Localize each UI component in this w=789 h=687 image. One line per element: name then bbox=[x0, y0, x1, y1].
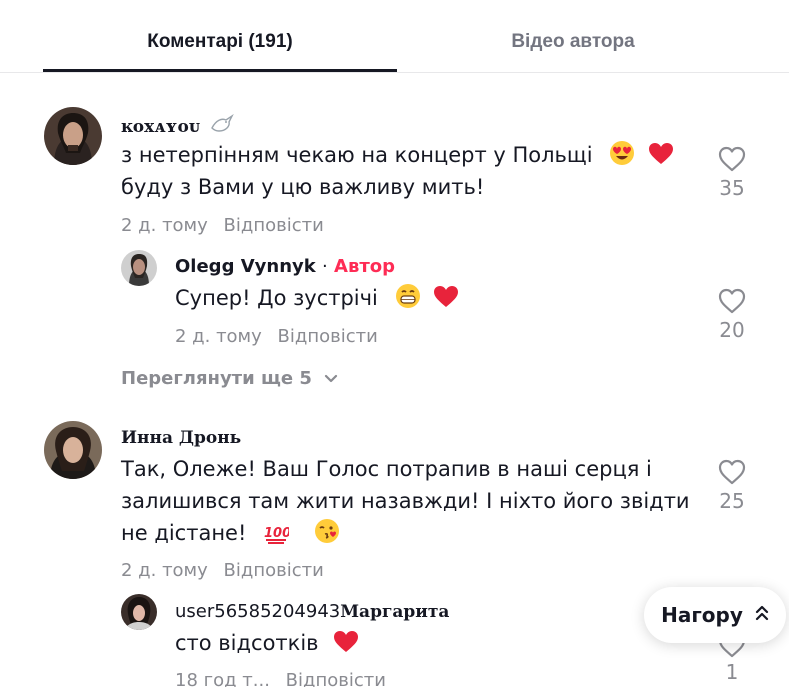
tab-comments[interactable]: Коментарі (191) bbox=[43, 31, 397, 53]
like-button[interactable]: 25 bbox=[712, 459, 752, 513]
red-heart-icon bbox=[433, 285, 459, 318]
comment-meta: 2 д. тому Відповісти bbox=[121, 215, 324, 236]
comment-text: Супер! До зустрічі bbox=[175, 282, 459, 318]
avatar[interactable] bbox=[121, 250, 157, 286]
avatar[interactable] bbox=[121, 594, 157, 630]
active-tab-indicator bbox=[43, 69, 397, 72]
comment-text: з нетерпінням чекаю на концерт у Польщі bbox=[121, 139, 674, 175]
comment-text-line3: не дістане! 100 bbox=[121, 517, 340, 553]
bird-icon bbox=[210, 113, 234, 139]
comment-text: Так, Олеже! Ваш Голос потрапив в наші се… bbox=[121, 457, 652, 481]
comment-username[interactable]: user56585204943Маргарита bbox=[175, 601, 449, 622]
tab-creator-videos[interactable]: Відео автора bbox=[397, 31, 749, 53]
double-chevron-up-icon bbox=[755, 605, 769, 626]
like-count: 35 bbox=[719, 176, 745, 200]
reply-button[interactable]: Відповісти bbox=[278, 326, 378, 347]
red-heart-icon bbox=[333, 630, 359, 663]
separator-dot: · bbox=[322, 256, 328, 277]
comment-username[interactable]: ĸᴏxᴀʏᴏᴜ bbox=[121, 113, 234, 139]
reply-button[interactable]: Відповісти bbox=[286, 670, 386, 687]
author-badge: Автор bbox=[334, 256, 396, 277]
comment-text-line2: буду з Вами у цю важливу мить! bbox=[121, 175, 485, 199]
avatar[interactable] bbox=[44, 421, 102, 479]
heart-eyes-emoji-icon bbox=[609, 140, 635, 175]
like-count: 25 bbox=[719, 489, 745, 513]
like-count: 1 bbox=[725, 660, 739, 684]
comment-username[interactable]: Olegg Vynnyk · Автор bbox=[175, 256, 395, 277]
grinning-emoji-icon bbox=[395, 283, 421, 318]
comment-meta: 2 д. тому Відповісти bbox=[121, 560, 324, 581]
comment-meta: 2 д. тому Відповісти bbox=[175, 326, 378, 347]
back-to-top-label: Нагору bbox=[661, 603, 743, 627]
comment-timestamp: 2 д. тому bbox=[175, 326, 262, 347]
comment-timestamp: 2 д. тому bbox=[121, 560, 208, 581]
red-heart-icon bbox=[648, 142, 674, 175]
reply-button[interactable]: Відповісти bbox=[224, 560, 324, 581]
comment-text-line2: залишився там жити назавжди! І ніхто йог… bbox=[121, 489, 690, 513]
comment-meta: 18 год т... Відповісти bbox=[175, 670, 386, 687]
like-button[interactable]: 35 bbox=[712, 146, 752, 200]
comment-timestamp: 2 д. тому bbox=[121, 215, 208, 236]
heart-outline-icon bbox=[712, 288, 752, 314]
comment-text: сто відсотків bbox=[175, 627, 359, 663]
reply-button[interactable]: Відповісти bbox=[224, 215, 324, 236]
hundred-points-emoji-icon: 100 bbox=[263, 521, 291, 553]
comment-timestamp: 18 год т... bbox=[175, 670, 270, 687]
like-count: 20 bbox=[719, 318, 745, 342]
comment-username[interactable]: Инна Дронь bbox=[121, 428, 241, 448]
back-to-top-button[interactable]: Нагору bbox=[644, 587, 786, 643]
heart-outline-icon bbox=[712, 459, 752, 485]
kissing-face-emoji-icon bbox=[314, 518, 340, 553]
heart-outline-icon bbox=[712, 146, 752, 172]
chevron-down-icon bbox=[318, 368, 338, 389]
comments-tabs: Коментарі (191) Відео автора bbox=[0, 0, 789, 73]
like-button[interactable]: 20 bbox=[712, 288, 752, 342]
avatar[interactable] bbox=[44, 107, 102, 165]
view-more-replies-button[interactable]: Переглянути ще 5 bbox=[121, 368, 338, 389]
svg-text:100: 100 bbox=[264, 526, 289, 541]
